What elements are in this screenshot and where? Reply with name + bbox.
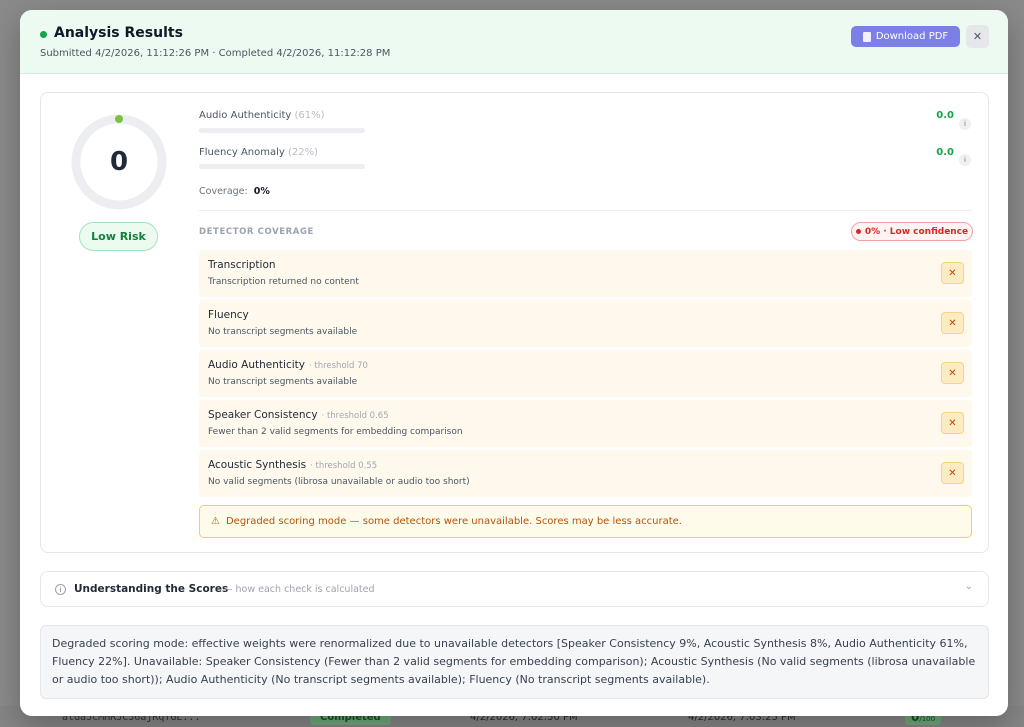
- modal-header: Analysis Results Submitted 4/2/2026, 11:…: [20, 10, 1008, 74]
- download-pdf-button[interactable]: Download PDF: [851, 26, 960, 47]
- detector-failed-icon: ✕: [941, 362, 964, 384]
- status-dot: [40, 31, 47, 38]
- scoring-notes: Degraded scoring mode: effective weights…: [40, 625, 989, 699]
- detector-description: Fewer than 2 valid segments for embeddin…: [208, 427, 463, 437]
- confidence-badge: 0% · Low confidence: [851, 222, 973, 241]
- metric-name: Audio Authenticity: [199, 110, 292, 121]
- overall-score: 0: [109, 147, 129, 177]
- summary-card: 0 Low Risk Audio Authenticity (61%) 0.0 …: [40, 92, 989, 553]
- risk-badge: Low Risk: [79, 222, 158, 251]
- row-score-suffix: /100: [919, 715, 936, 723]
- detector-name-text: Acoustic Synthesis: [208, 459, 307, 471]
- detector-failed-icon: ✕: [941, 312, 964, 334]
- warning-text: Degraded scoring mode — some detectors w…: [225, 516, 682, 527]
- coverage-value: 0%: [253, 186, 270, 197]
- understanding-scores-accordion[interactable]: i Understanding the Scores — how each ch…: [40, 571, 989, 607]
- detector-name: Transcription: [208, 259, 280, 271]
- confidence-label: 0% · Low confidence: [864, 226, 969, 237]
- chevron-down-icon: ⌄: [964, 581, 973, 592]
- info-icon: i: [55, 584, 66, 595]
- detector-row-acoustic-synthesis: Acoustic Synthesis · threshold 0.55 No va…: [199, 450, 972, 497]
- metric-bar-audio-authenticity: [199, 128, 365, 133]
- detector-name-text: Audio Authenticity: [208, 359, 305, 371]
- detector-coverage-title: DETECTOR COVERAGE: [199, 227, 314, 237]
- analysis-results-modal: Analysis Results Submitted 4/2/2026, 11:…: [20, 10, 1008, 716]
- detector-failed-icon: ✕: [941, 462, 964, 484]
- metric-weight: (22%): [288, 147, 319, 158]
- detector-name: Audio Authenticity · threshold 70: [208, 359, 368, 371]
- detector-name: Speaker Consistency · threshold 0.65: [208, 409, 389, 421]
- detector-name-text: Fluency: [208, 309, 249, 321]
- detector-row-fluency: Fluency No transcript segments available…: [199, 300, 972, 347]
- detector-description: Transcription returned no content: [208, 277, 359, 287]
- metric-weight: (61%): [294, 110, 325, 121]
- coverage-line: Coverage: 0%: [199, 186, 270, 197]
- detector-description: No transcript segments available: [208, 377, 358, 387]
- detector-row-speaker-consistency: Speaker Consistency · threshold 0.65 Fewe…: [199, 400, 972, 447]
- accordion-subtitle: — how each check is calculated: [223, 584, 375, 595]
- confidence-dot: [855, 229, 861, 234]
- detector-name-text: Speaker Consistency: [208, 409, 318, 421]
- detector-threshold: · threshold 70: [308, 361, 368, 371]
- metric-value-fluency-anomaly: 0.0: [936, 147, 954, 158]
- degraded-mode-warning: ⚠ Degraded scoring mode — some detectors…: [199, 505, 972, 538]
- detector-failed-icon: ✕: [941, 262, 964, 284]
- detector-failed-icon: ✕: [941, 412, 964, 434]
- close-button[interactable]: ✕: [966, 25, 989, 48]
- metric-name: Fluency Anomaly: [199, 147, 285, 158]
- document-icon: [862, 31, 871, 42]
- detector-description: No valid segments (librosa unavailable o…: [208, 477, 470, 487]
- modal-subtitle: Submitted 4/2/2026, 11:12:26 PM · Comple…: [40, 48, 391, 59]
- detector-row-transcription: Transcription Transcription returned no …: [199, 250, 972, 297]
- detector-threshold: · threshold 0.65: [321, 411, 389, 421]
- info-icon[interactable]: i: [959, 118, 971, 130]
- modal-title: Analysis Results: [54, 25, 183, 41]
- metric-value-audio-authenticity: 0.0: [936, 110, 954, 121]
- coverage-label: Coverage:: [199, 186, 248, 197]
- metric-label-audio-authenticity: Audio Authenticity (61%): [199, 110, 325, 121]
- divider: [199, 210, 972, 211]
- metric-label-fluency-anomaly: Fluency Anomaly (22%): [199, 147, 318, 158]
- detector-name-text: Transcription: [208, 259, 276, 271]
- warning-icon: ⚠: [211, 516, 220, 527]
- detector-name: Fluency: [208, 309, 253, 321]
- detector-threshold: · threshold 0.55: [310, 461, 378, 471]
- metric-bar-fluency-anomaly: [199, 164, 365, 169]
- detector-name: Acoustic Synthesis · threshold 0.55: [208, 459, 377, 471]
- detector-description: No transcript segments available: [208, 327, 358, 337]
- close-icon: ✕: [972, 30, 983, 43]
- info-icon[interactable]: i: [959, 154, 971, 166]
- detector-row-audio-authenticity: Audio Authenticity · threshold 70 No tran…: [199, 350, 972, 397]
- accordion-title: Understanding the Scores: [74, 583, 229, 595]
- download-pdf-label: Download PDF: [875, 31, 949, 42]
